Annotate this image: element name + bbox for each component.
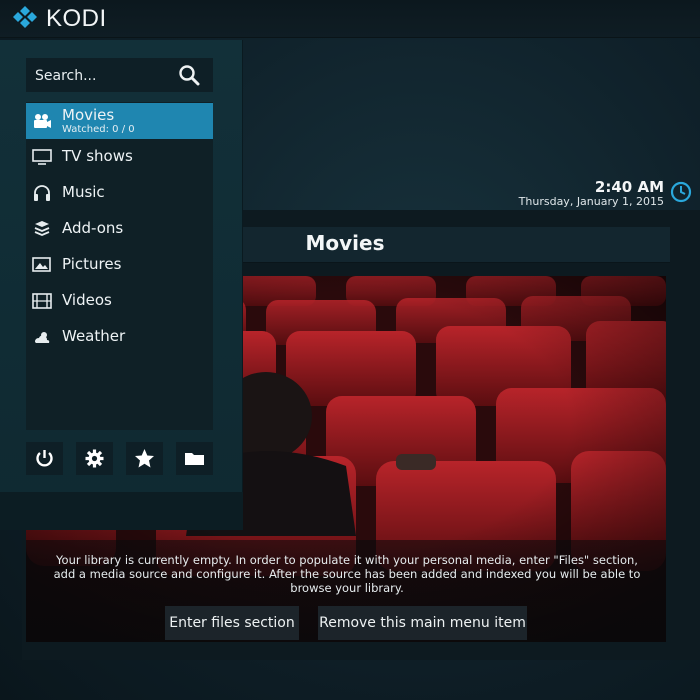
menu-item-weather[interactable]: Weather: [26, 319, 213, 355]
menu-item-label: Add-ons: [62, 219, 124, 237]
addons-icon: [34, 221, 50, 236]
files-button[interactable]: [176, 442, 213, 475]
favourites-button[interactable]: [126, 442, 163, 475]
content-title: Movies: [305, 231, 385, 255]
menu-item-label: Movies: [62, 106, 115, 124]
side-menu-footer: [0, 492, 243, 530]
movies-icon: [34, 114, 51, 128]
menu-item-tv-shows[interactable]: TV shows: [26, 139, 213, 175]
kodi-logo-icon[interactable]: [10, 5, 40, 33]
menu-item-music[interactable]: Music: [26, 175, 213, 211]
headphones-icon: [34, 185, 50, 201]
watched-count: Watched: 0 / 0: [62, 124, 135, 135]
menu-item-label: Videos: [62, 291, 112, 309]
search-icon[interactable]: [178, 64, 200, 86]
film-icon: [32, 293, 52, 309]
menu-item-label: Music: [62, 183, 105, 201]
top-bar: KODI: [0, 0, 700, 38]
menu-item-label: TV shows: [62, 147, 133, 165]
menu-item-videos[interactable]: Videos: [26, 283, 213, 319]
search-label: Search...: [35, 68, 97, 84]
settings-button[interactable]: [76, 442, 113, 475]
power-icon: [36, 450, 53, 467]
empty-library-message: Your library is currently empty. In orde…: [53, 553, 641, 595]
menu-item-label: Pictures: [62, 255, 122, 273]
folder-icon: [185, 453, 204, 465]
weather-icon: [35, 332, 50, 343]
star-icon: [135, 449, 154, 468]
app-name: KODI: [46, 5, 107, 32]
pictures-icon: [32, 257, 51, 272]
menu-item-movies[interactable]: Movies Watched: 0 / 0: [26, 103, 213, 139]
power-button[interactable]: [26, 442, 63, 475]
gear-icon: [85, 449, 104, 468]
clock-date: Thursday, January 1, 2015: [518, 195, 664, 208]
remove-menu-item-button[interactable]: Remove this main menu item: [318, 606, 527, 640]
menu-item-add-ons[interactable]: Add-ons: [26, 211, 213, 247]
clock-time: 2:40 AM: [594, 178, 664, 196]
clock-icon: [670, 181, 692, 203]
menu-item-label: Weather: [62, 327, 126, 345]
menu-item-pictures[interactable]: Pictures: [26, 247, 213, 283]
enter-files-button[interactable]: Enter files section: [165, 606, 299, 640]
tv-icon: [32, 149, 52, 165]
